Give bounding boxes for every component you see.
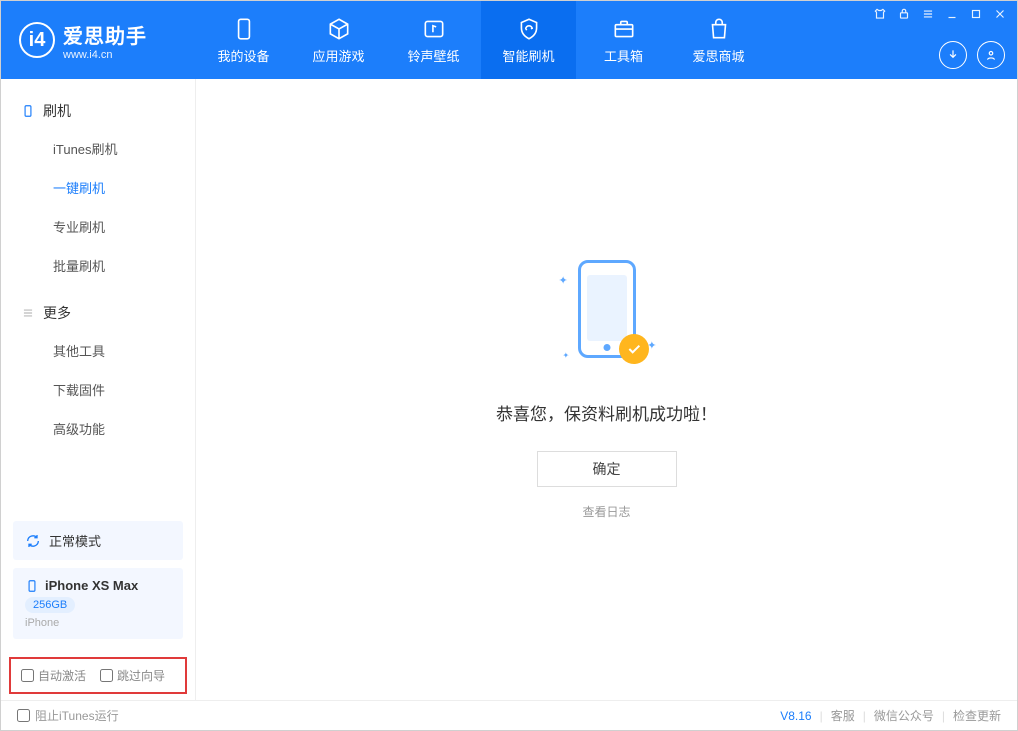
maximize-icon[interactable] xyxy=(969,7,983,21)
ok-button[interactable]: 确定 xyxy=(537,451,677,487)
checkbox-skip-guide[interactable]: 跳过向导 xyxy=(100,667,165,684)
tab-store[interactable]: 爱思商城 xyxy=(671,1,766,79)
sidebar: 刷机 iTunes刷机 一键刷机 专业刷机 批量刷机 更多 其他工具 下载固件 … xyxy=(1,79,196,700)
sidebar-item-pro-flash[interactable]: 专业刷机 xyxy=(1,207,195,246)
sparkle-icon: ✦ xyxy=(647,339,656,352)
sidebar-item-onekey-flash[interactable]: 一键刷机 xyxy=(1,168,195,207)
app-header: i4 爱思助手 www.i4.cn 我的设备 应用游戏 铃声壁纸 智能刷机 工具… xyxy=(1,1,1017,79)
lock-icon[interactable] xyxy=(897,7,911,21)
music-folder-icon xyxy=(421,16,447,42)
tshirt-icon[interactable] xyxy=(873,7,887,21)
sparkle-icon: ✦ xyxy=(563,351,570,360)
download-button[interactable] xyxy=(939,41,967,69)
device-icon xyxy=(21,104,35,118)
logo-icon: i4 xyxy=(19,22,55,58)
checkbox-block-itunes[interactable]: 阻止iTunes运行 xyxy=(17,707,119,724)
sidebar-item-itunes-flash[interactable]: iTunes刷机 xyxy=(1,129,195,168)
sidebar-item-batch-flash[interactable]: 批量刷机 xyxy=(1,246,195,285)
cube-icon xyxy=(326,16,352,42)
checkbox-auto-activate[interactable]: 自动激活 xyxy=(21,667,86,684)
success-message: 恭喜您，保资料刷机成功啦！ xyxy=(496,400,717,425)
success-illustration: ✦ ✦ ✦ xyxy=(557,260,657,370)
phone-small-icon xyxy=(25,579,39,593)
app-title: 爱思助手 xyxy=(63,20,147,49)
status-bar: 阻止iTunes运行 V8.16 | 客服 | 微信公众号 | 检查更新 xyxy=(1,700,1017,730)
user-button[interactable] xyxy=(977,41,1005,69)
app-subtitle: www.i4.cn xyxy=(63,49,147,61)
sync-icon xyxy=(25,533,41,549)
device-type: iPhone xyxy=(25,617,171,629)
flash-options-highlighted: 自动激活 跳过向导 xyxy=(9,657,187,694)
connected-device[interactable]: iPhone XS Max 256GB iPhone xyxy=(13,568,183,639)
tab-ringtone[interactable]: 铃声壁纸 xyxy=(386,1,481,79)
footer-link-service[interactable]: 客服 xyxy=(831,707,855,724)
footer-link-wechat[interactable]: 微信公众号 xyxy=(874,707,934,724)
menu-icon[interactable] xyxy=(921,7,935,21)
list-icon xyxy=(21,306,35,320)
tab-toolbox[interactable]: 工具箱 xyxy=(576,1,671,79)
toolbox-icon xyxy=(611,16,637,42)
sidebar-item-download-firmware[interactable]: 下载固件 xyxy=(1,370,195,409)
shield-refresh-icon xyxy=(516,16,542,42)
close-icon[interactable] xyxy=(993,7,1007,21)
check-badge-icon xyxy=(619,334,649,364)
bag-icon xyxy=(706,16,732,42)
download-icon xyxy=(946,48,960,62)
minimize-icon[interactable] xyxy=(945,7,959,21)
tab-smart-flash[interactable]: 智能刷机 xyxy=(481,1,576,79)
version-label: V8.16 xyxy=(780,709,811,723)
device-storage-badge: 256GB xyxy=(25,597,75,613)
window-controls xyxy=(873,7,1007,21)
tab-my-device[interactable]: 我的设备 xyxy=(196,1,291,79)
view-log-link[interactable]: 查看日志 xyxy=(582,503,630,520)
logo: i4 爱思助手 www.i4.cn xyxy=(1,1,196,79)
user-icon xyxy=(984,48,998,62)
phone-icon xyxy=(231,16,257,42)
sidebar-group-flash: 刷机 xyxy=(1,93,195,129)
sidebar-item-other-tools[interactable]: 其他工具 xyxy=(1,331,195,370)
main-content: ✦ ✦ ✦ 恭喜您，保资料刷机成功啦！ 确定 查看日志 xyxy=(196,79,1017,700)
device-name: iPhone XS Max xyxy=(45,578,138,593)
sparkle-icon: ✦ xyxy=(559,274,568,287)
tab-apps[interactable]: 应用游戏 xyxy=(291,1,386,79)
footer-link-update[interactable]: 检查更新 xyxy=(953,707,1001,724)
sidebar-item-advanced[interactable]: 高级功能 xyxy=(1,409,195,448)
sidebar-group-more: 更多 xyxy=(1,295,195,331)
device-mode-status[interactable]: 正常模式 xyxy=(13,521,183,560)
